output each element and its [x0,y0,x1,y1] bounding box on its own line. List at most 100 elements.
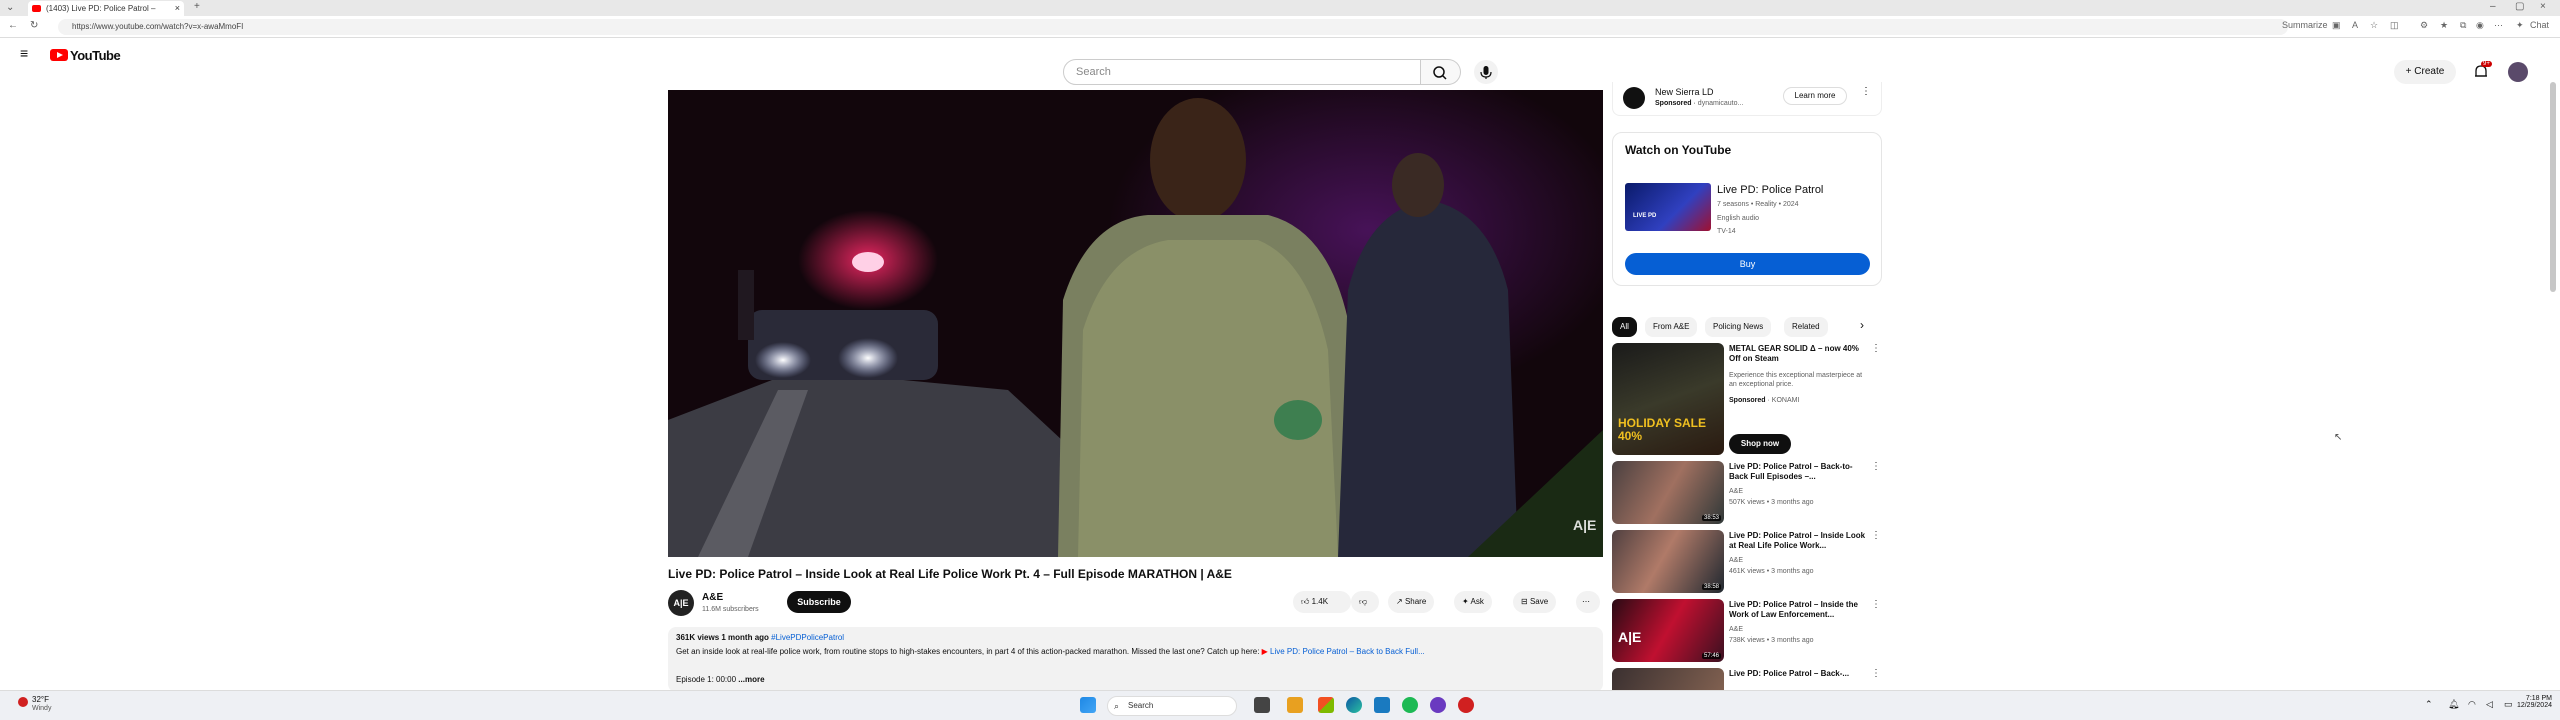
back-icon[interactable]: ← [8,20,18,31]
create-button[interactable]: + Create [2394,60,2456,84]
refresh-icon[interactable]: ↻ [30,20,38,31]
voice-search-button[interactable] [1474,60,1498,84]
rec-title[interactable]: Live PD: Police Patrol – Inside Look at … [1729,531,1869,551]
rec-more-icon[interactable]: ⋮ [1871,599,1881,610]
rec-thumbnail[interactable] [1612,668,1724,690]
rec-channel[interactable]: A&E [1729,625,1743,634]
ad-more-icon[interactable]: ⋮ [1861,86,1871,97]
profile-icon[interactable]: ◉ [2476,20,2484,31]
favorite-icon[interactable]: ☆ [2370,20,2378,31]
ad-card-title[interactable]: METAL GEAR SOLID Δ – now 40% Off on Stea… [1729,344,1869,364]
chrome-icon[interactable] [1458,697,1474,713]
thumbs-up-icon: 👍︎ [1301,597,1312,606]
ad-thumbnail[interactable]: HOLIDAY SALE 40% [1612,343,1724,455]
copilot-icon[interactable]: ✦ [2516,20,2524,31]
save-button[interactable]: ⊟ Save [1513,591,1557,613]
share-button[interactable]: ↗ Share [1388,591,1435,613]
window-close-icon[interactable]: × [2540,1,2546,12]
taskbar-search-label: Search [1128,701,1154,710]
tab-close-icon[interactable]: × [175,1,180,16]
notification-tray-icon[interactable]: 🔔︎ [2448,699,2459,710]
ask-button[interactable]: ✦ Ask [1454,591,1492,613]
channel-avatar[interactable]: A|E [668,590,694,616]
ad-card-source: KONAMI [1771,397,1800,404]
extensions-icon[interactable]: ⚙ [2420,20,2428,31]
wifi-icon[interactable]: ◠ [2468,699,2476,710]
channel-watermark: A|E [1573,517,1596,533]
start-button-icon[interactable] [1080,697,1096,713]
sidebar-ad[interactable]: New Sierra LD Sponsored · dynamicauto...… [1612,82,1882,116]
favorites-bar-icon[interactable]: ★ [2440,20,2448,31]
edge-browser-icon[interactable] [1346,697,1362,713]
chip-policing-news[interactable]: Policing News [1705,317,1772,337]
rec-more-icon[interactable]: ⋮ [1871,461,1881,472]
tray-chevron-icon[interactable]: ⌃ [2425,699,2433,710]
advertiser-logo [1623,87,1645,109]
rec-thumbnail[interactable]: A|E 57:46 [1612,599,1724,662]
clock[interactable]: 7:18 PM 12/29/2024 [2512,695,2552,709]
ad-card-more-icon[interactable]: ⋮ [1871,343,1881,354]
channel-name[interactable]: A&E [702,592,723,603]
search-button[interactable] [1421,59,1461,85]
like-count: 1.4K [1311,597,1329,606]
video-frame: A|E [668,90,1603,557]
task-view-icon[interactable] [1254,697,1270,713]
rec-more-icon[interactable]: ⋮ [1871,668,1881,679]
microphone-icon [1480,66,1492,79]
ad-sponsored-label: Sponsored [1655,100,1692,107]
address-bar[interactable]: https://www.youtube.com/watch?v=x-awaMmo… [58,19,2288,35]
hashtag-link[interactable]: #LivePDPolicePatrol [771,633,844,642]
youtube-link-icon: ▶ [1261,647,1271,656]
like-button[interactable]: 👍︎ 1.4K [1293,591,1351,613]
office-icon[interactable] [1318,697,1334,713]
show-thumbnail[interactable]: LIVE PD [1625,183,1711,231]
hamburger-menu-icon[interactable]: ≡ [20,45,28,61]
rec-channel[interactable]: A&E [1729,556,1743,565]
buy-button[interactable]: Buy [1625,253,1870,275]
taskbar-search[interactable]: ⌕ Search [1107,696,1237,716]
rec-thumbnail[interactable]: 38:58 [1612,530,1724,593]
weather-condition: Windy [32,705,52,712]
tab-menu-icon[interactable]: ⌄ [6,2,14,13]
more-link[interactable]: ...more [738,675,764,684]
dislike-button[interactable]: 👎︎ [1351,591,1379,613]
search-input[interactable]: Search [1063,59,1421,85]
episode-timestamp[interactable]: Episode 1: 00:00 [676,675,736,684]
collections-icon[interactable]: ⧉ [2460,20,2466,31]
discord-icon[interactable] [1430,697,1446,713]
extension-icon[interactable]: ▣ [2332,20,2341,31]
rec-more-icon[interactable]: ⋮ [1871,530,1881,541]
minimize-icon[interactable]: – [2490,1,2496,12]
user-avatar[interactable] [2508,62,2528,82]
chat-label[interactable]: Chat [2530,20,2549,30]
store-icon[interactable] [1374,697,1390,713]
summarize-button[interactable]: Summarize [2282,20,2328,30]
split-icon[interactable]: ◫ [2390,20,2399,31]
rec-title[interactable]: Live PD: Police Patrol – Back-to-Back Fu… [1729,462,1869,482]
more-icon[interactable]: ⋯ [2494,20,2503,31]
chip-from-ae[interactable]: From A&E [1645,317,1698,337]
shop-now-button[interactable]: Shop now [1729,434,1791,454]
video-player[interactable]: A|E [668,90,1603,557]
notifications-button[interactable]: 9+ [2472,61,2492,81]
rec-title[interactable]: Live PD: Police Patrol – Back-... [1729,669,1869,689]
maximize-icon[interactable]: ▢ [2515,1,2524,12]
browser-tab[interactable]: (1403) Live PD: Police Patrol – × [28,1,184,16]
volume-icon[interactable]: ◁ [2486,699,2493,710]
rec-thumbnail[interactable]: 38:53 [1612,461,1724,524]
chip-related[interactable]: Related [1784,317,1828,337]
subscribe-button[interactable]: Subscribe [787,591,851,613]
reading-icon[interactable]: A [2352,20,2358,30]
new-tab-button[interactable]: + [194,1,200,12]
more-actions-button[interactable]: ⋯ [1576,591,1600,613]
description-link[interactable]: ▶ Live PD: Police Patrol – Back to Back … [1262,647,1425,656]
learn-more-button[interactable]: Learn more [1783,87,1847,105]
spotify-icon[interactable] [1402,697,1418,713]
rec-channel[interactable]: A&E [1729,487,1743,496]
page-scrollbar[interactable] [2550,82,2556,292]
rec-title[interactable]: Live PD: Police Patrol – Inside the Work… [1729,600,1869,620]
chips-next-icon[interactable]: › [1860,318,1864,332]
show-title[interactable]: Live PD: Police Patrol [1717,184,1823,196]
chip-all[interactable]: All [1612,317,1637,337]
description-box[interactable]: 361K views 1 month ago #LivePDPolicePatr… [668,627,1603,692]
